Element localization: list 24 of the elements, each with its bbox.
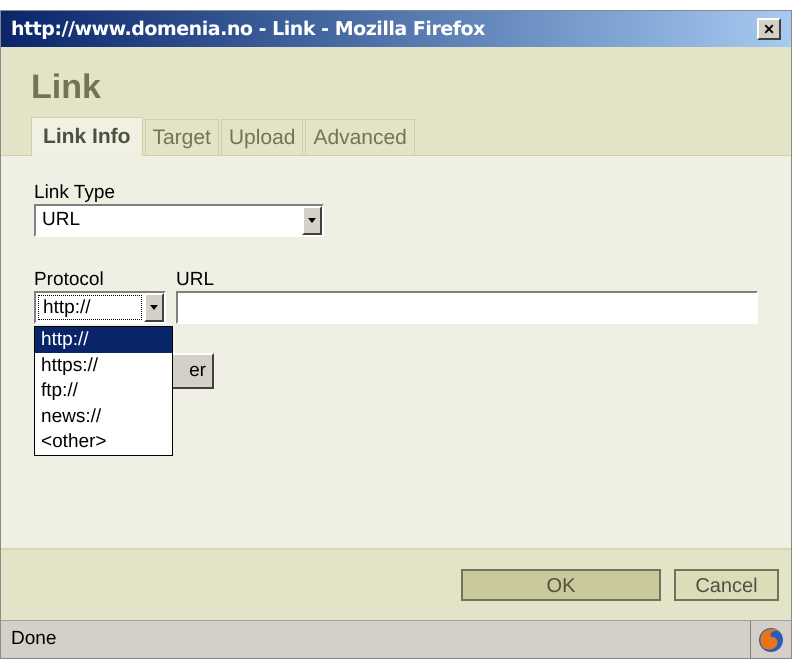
protocol-select[interactable]: http://: [34, 291, 166, 324]
dropdown-arrow-button[interactable]: [302, 206, 322, 235]
dialog-button[interactable]: OK: [461, 569, 661, 601]
dropdown-option[interactable]: http://: [35, 327, 172, 352]
dialog-heading: Link: [31, 67, 102, 108]
tab[interactable]: Link Info: [31, 117, 142, 156]
tab[interactable]: Upload: [220, 119, 304, 155]
dropdown-option[interactable]: news://: [35, 404, 172, 429]
tab[interactable]: Target: [144, 119, 219, 155]
globe-fox-icon: [757, 626, 785, 654]
tab[interactable]: Advanced: [305, 119, 415, 155]
dropdown-arrow-button[interactable]: [144, 293, 164, 322]
status-text: Done: [1, 621, 751, 658]
close-button[interactable]: ×: [757, 18, 781, 40]
link-type-select[interactable]: URL: [34, 204, 324, 237]
dropdown-option[interactable]: <other>: [35, 429, 172, 454]
field-label: Protocol: [34, 269, 105, 291]
window-title: http://www.domenia.no - Link - Mozilla Firefox: [11, 16, 485, 42]
field-label: URL: [176, 269, 216, 291]
url-input-field[interactable]: [176, 291, 758, 324]
dialog-button[interactable]: Cancel: [674, 569, 779, 601]
caret-icon: [308, 218, 316, 223]
field-label: Link Type: [34, 182, 116, 204]
caret-icon: [150, 305, 158, 310]
